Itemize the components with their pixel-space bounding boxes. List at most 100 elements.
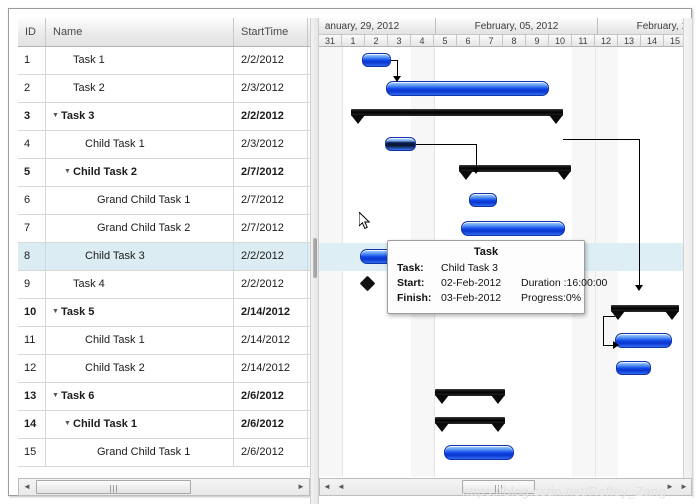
task-bar[interactable] xyxy=(386,81,549,96)
summary-cap-right-icon xyxy=(491,423,505,432)
task-name-label: Child Task 2 xyxy=(73,166,137,179)
grid-hscrollbar[interactable]: ◄ ||| ► xyxy=(18,478,310,496)
column-header-id[interactable]: ID xyxy=(18,18,46,46)
table-row[interactable]: 12Child Task 22/14/20122/14 xyxy=(18,355,310,383)
column-header-name[interactable]: Name xyxy=(46,18,234,46)
summary-cap-right-icon xyxy=(557,171,571,180)
table-row[interactable]: 11Child Task 12/14/20122/15 xyxy=(18,327,310,355)
scroll-first-icon[interactable]: ◄ xyxy=(320,479,334,495)
task-name-label: Grand Child Task 1 xyxy=(97,194,191,206)
cell-starttime: 2/14/2012 xyxy=(234,299,308,326)
cell-name: Grand Child Task 1 xyxy=(46,187,234,214)
dependency-line xyxy=(639,139,640,287)
timeline-week-label: February, 05, 2012 xyxy=(436,18,598,35)
chart-row[interactable] xyxy=(319,131,692,159)
timeline-day-row: 311234567891011121314151617 xyxy=(319,35,692,47)
chart-row[interactable] xyxy=(319,103,692,131)
cell-starttime: 2/14/2012 xyxy=(234,327,308,354)
pane-splitter[interactable] xyxy=(310,18,319,504)
task-name-label: Grand Child Task 2 xyxy=(97,222,191,234)
timeline-day-cell: 12 xyxy=(595,35,618,47)
table-row[interactable]: 2Task 22/3/20122/10 xyxy=(18,75,310,103)
grid-hscroll-thumb[interactable]: ||| xyxy=(36,480,191,494)
tooltip-row-finish: Finish: 03-Feb-2012 Progress:0% xyxy=(388,291,584,306)
cell-starttime: 2/7/2012 xyxy=(234,187,308,214)
chart-vscrollbar[interactable] xyxy=(683,18,692,478)
scroll-left-icon2[interactable]: ◄ xyxy=(334,479,348,495)
timeline-day-cell: 13 xyxy=(618,35,641,47)
summary-cap-right-icon xyxy=(665,311,679,320)
cell-name: Grand Child Task 1 xyxy=(46,439,234,466)
expander-triangle-icon[interactable]: ▼ xyxy=(50,103,61,129)
task-name-label: Task 2 xyxy=(73,82,105,94)
tooltip-title: Task xyxy=(473,246,499,258)
summary-bar[interactable] xyxy=(351,109,563,124)
table-row[interactable]: 8Child Task 32/2/20122/3/ xyxy=(18,243,310,271)
summary-bar[interactable] xyxy=(611,305,679,320)
task-bar[interactable] xyxy=(616,361,651,375)
table-row[interactable]: 7Grand Child Task 22/7/20122/10 xyxy=(18,215,310,243)
task-name-label: Task 4 xyxy=(73,278,105,290)
cell-id: 2 xyxy=(18,75,46,102)
chart-row[interactable] xyxy=(319,159,692,187)
scroll-left-icon[interactable]: ◄ xyxy=(19,479,35,495)
summary-cap-left-icon xyxy=(459,171,473,180)
summary-cap-left-icon xyxy=(435,395,449,404)
column-header-starttime[interactable]: StartTime xyxy=(234,18,308,46)
task-bar[interactable] xyxy=(362,53,391,67)
table-row[interactable]: 5▼Child Task 22/7/20122/10 xyxy=(18,159,310,187)
splitter-grip[interactable] xyxy=(313,238,317,278)
summary-bar[interactable] xyxy=(435,389,505,404)
chart-row[interactable] xyxy=(319,383,692,411)
task-bar[interactable] xyxy=(615,333,672,348)
cell-id: 15 xyxy=(18,439,46,466)
cell-name: ▼ Task 3 xyxy=(46,103,234,130)
table-row[interactable]: 15Grand Child Task 12/6/20122/8/ xyxy=(18,439,310,467)
tooltip-duration: Duration :16:00:00 xyxy=(521,277,608,289)
dependency-arrow-icon xyxy=(393,76,401,82)
table-row[interactable]: 4Child Task 12/3/20122/3/ xyxy=(18,131,310,159)
expander-triangle-icon[interactable]: ▼ xyxy=(50,383,61,409)
tooltip-progress: Progress:0% xyxy=(521,292,582,304)
task-grid[interactable]: ID Name StartTime End 1Task 12/2/20122/2… xyxy=(18,18,310,504)
cell-name: Task 2 xyxy=(46,75,234,102)
timeline-day-cell: 9 xyxy=(526,35,549,47)
task-name-label: Child Task 1 xyxy=(73,418,137,431)
expander-triangle-icon[interactable]: ▼ xyxy=(50,299,61,325)
task-bar[interactable] xyxy=(461,221,565,236)
table-row[interactable]: 14▼Child Task 12/6/20122/8/ xyxy=(18,411,310,439)
table-row[interactable]: 9Task 42/2/20122/2/ xyxy=(18,271,310,299)
task-name-label: Grand Child Task 1 xyxy=(97,446,191,458)
task-bar[interactable] xyxy=(444,445,514,460)
cell-starttime: 2/14/2012 xyxy=(234,355,308,382)
dependency-line xyxy=(397,60,398,77)
task-bar[interactable] xyxy=(469,193,497,207)
timeline-day-cell: 5 xyxy=(434,35,457,47)
summary-cap-right-icon xyxy=(491,395,505,404)
table-row[interactable]: 1Task 12/2/20122/2/ xyxy=(18,47,310,75)
cell-name: Child Task 3 xyxy=(46,243,234,270)
cell-starttime: 2/2/2012 xyxy=(234,47,308,74)
summary-bar[interactable] xyxy=(435,417,505,432)
task-name-label: Child Task 2 xyxy=(85,362,145,374)
expander-triangle-icon[interactable]: ▼ xyxy=(62,411,73,437)
timeline-day-cell: 8 xyxy=(503,35,526,47)
summary-cap-right-icon xyxy=(549,115,563,124)
cell-starttime: 2/6/2012 xyxy=(234,439,308,466)
dependency-line xyxy=(563,139,639,140)
timeline-day-cell: 6 xyxy=(457,35,480,47)
cell-name: Grand Child Task 2 xyxy=(46,215,234,242)
chart-row[interactable] xyxy=(319,187,692,215)
table-row[interactable]: 10▼Task 52/14/20122/15 xyxy=(18,299,310,327)
cell-name: ▼ Child Task 2 xyxy=(46,159,234,186)
cell-name: Child Task 1 xyxy=(46,327,234,354)
table-row[interactable]: 3▼Task 32/2/20122/10 xyxy=(18,103,310,131)
chart-row[interactable] xyxy=(319,411,692,439)
expander-triangle-icon[interactable]: ▼ xyxy=(62,159,73,185)
table-row[interactable]: 6Grand Child Task 12/7/20122/7/ xyxy=(18,187,310,215)
task-name-label: Child Task 3 xyxy=(85,250,145,262)
task-bar[interactable] xyxy=(385,137,416,151)
scroll-right-icon[interactable]: ► xyxy=(293,479,309,495)
cell-id: 13 xyxy=(18,383,46,410)
table-row[interactable]: 13▼Task 62/6/20122/8/ xyxy=(18,383,310,411)
